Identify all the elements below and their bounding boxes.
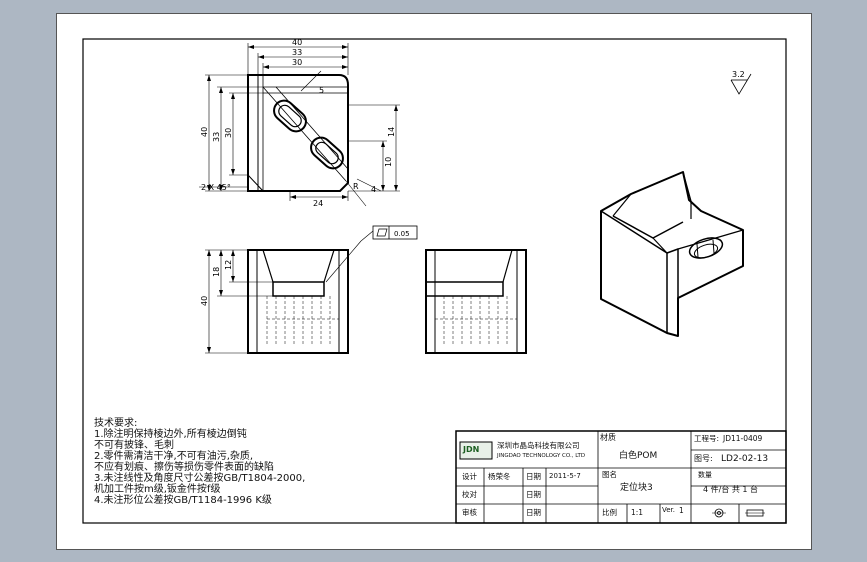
isometric-view [600,171,744,337]
date-label-2: 日期 [526,490,541,499]
name-label: 图名 [602,470,617,479]
check-label: 校对 [462,490,477,499]
version-label: Ver. [662,506,676,514]
date-label-3: 日期 [526,508,541,517]
roughness-value: 3.2 [732,70,745,79]
qty-label: 数量 [698,471,712,479]
designer-name: 杨荣冬 [488,472,511,481]
technical-requirements: 技术要求: 1.除注明保持棱边外,所有棱边倒钝 不可有披锋、毛刺 2.零件需清洁… [94,418,404,506]
scale-label: 比例 [602,508,617,517]
front-view: 40 18 12 0.05 [200,225,418,354]
top-view: 40 33 30 40 33 30 14 10 24 5 4 R 2 X 45° [199,38,400,208]
tech-line: 不应有划痕、擦伤等损伤零件表面的缺陷 [94,462,274,473]
date-value: 2011-5-7 [549,472,581,480]
dim-front-12: 12 [224,260,233,270]
project-value: JD11-0409 [723,434,763,443]
tech-title: 技术要求: [94,418,138,429]
dim-slot-r: R [353,182,359,191]
dim-front-40: 40 [200,296,209,306]
dim-left-33: 33 [212,132,221,142]
drawing-no-value: LD2-02-13 [721,454,769,464]
dim-chamfer: 2 X 45° [201,183,231,192]
dim-slot-4: 4 [371,185,376,194]
tech-line: 1.除注明保持棱边外,所有棱边倒钝 [94,429,247,440]
tech-line: 4.未注形位公差按GB/T1184-1996 K级 [94,495,272,506]
drawing-no-label: 图号: [694,454,713,463]
tech-line: 机加工件按m级,钣金件按f级 [94,484,221,495]
design-label: 设计 [462,472,477,481]
project-label: 工程号: [694,434,720,443]
tech-line: 不可有披锋、毛刺 [94,440,174,451]
scale-value: 1:1 [631,508,644,517]
dim-slot-5: 5 [319,86,324,95]
name-value: 定位块3 [620,483,653,493]
qty-value: 4 件/台 共 1 台 [703,485,759,494]
dim-top-30: 30 [292,58,302,67]
dim-top-33: 33 [292,48,302,57]
company-logo: JDN [463,445,480,454]
material-value: 白色POM [619,451,658,461]
side-view [425,249,527,354]
material-label: 材质 [600,433,616,442]
company-name-cn: 深圳市晶岛科技有限公司 [497,441,580,450]
dim-front-18: 18 [212,267,221,277]
dim-right-14: 14 [387,127,396,137]
dim-left-30: 30 [224,128,233,138]
dim-bottom-24: 24 [313,199,323,208]
tech-line: 2.零件需清洁干净,不可有油污,杂质, [94,451,254,462]
date-label: 日期 [526,472,541,481]
dim-right-10: 10 [384,157,393,167]
company-name-en: JINGDAO TECHNOLOGY CO., LTD [497,453,586,459]
dim-left-40: 40 [200,127,209,137]
drawing-sheet: 40 33 30 40 33 30 14 10 24 5 4 R 2 X 45° [56,13,812,550]
roughness-symbol: 3.2 [730,70,752,95]
dim-top-40: 40 [292,38,302,47]
flatness-value: 0.05 [394,230,410,238]
tech-line: 3.未注线性及角度尺寸公差按GB/T1804-2000, [94,473,306,484]
version-value: 1 [679,506,684,515]
review-label: 审核 [462,508,477,517]
